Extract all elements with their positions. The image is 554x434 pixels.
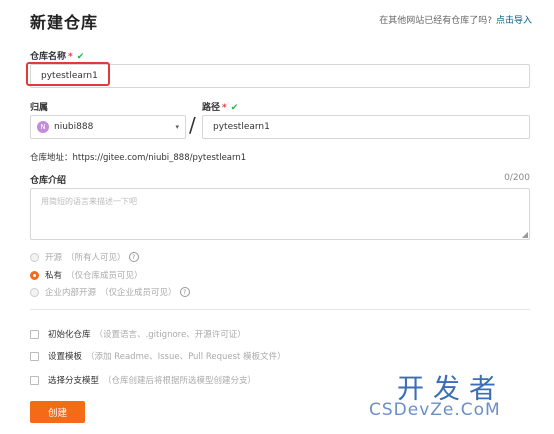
radio-label: 私有 xyxy=(45,271,63,281)
intro-label: 仓库介绍 xyxy=(30,176,67,186)
option-hint: （仓库创建后将根据所选模型创建分支） xyxy=(103,376,257,386)
option-label: 初始化仓库 xyxy=(48,330,91,340)
watermark-subtext: CSDevZe.CoM xyxy=(369,400,501,420)
import-tip: 在其他网站已经有仓库了吗? 点击导入 xyxy=(379,13,532,26)
create-button[interactable]: 创建 xyxy=(30,401,85,423)
owner-select[interactable]: N niubi888 ▾ xyxy=(30,115,186,139)
required-mark: * xyxy=(222,103,227,113)
radio-hint: （所有人可见） xyxy=(66,253,126,263)
option-hint: （添加 Readme、Issue、Pull Request 模板文件） xyxy=(86,352,286,362)
help-icon[interactable]: ? xyxy=(179,287,190,297)
radio-hint: （仅企业成员可见） xyxy=(100,288,177,298)
intro-textarea[interactable]: 用简短的语言来描述一下吧 ◢ xyxy=(30,188,530,240)
option-branch-model[interactable]: 选择分支模型 （仓库创建后将根据所选模型创建分支） xyxy=(30,374,256,386)
radio-label: 开源 xyxy=(45,253,63,263)
radio-enterprise[interactable]: 企业内部开源 （仅企业成员可见） ? xyxy=(30,286,190,298)
path-label: 路径 * ✔ xyxy=(202,100,238,113)
option-label: 设置模板 xyxy=(48,352,83,362)
check-icon: ✔ xyxy=(76,52,85,62)
check-icon: ✔ xyxy=(230,103,239,113)
repo-address: 仓库地址：https://gitee.com/niubi_888/pytestl… xyxy=(30,153,247,163)
option-hint: （设置语言、.gitignore、开源许可证） xyxy=(94,330,246,340)
checkbox-icon xyxy=(30,351,39,361)
help-icon[interactable]: ? xyxy=(128,252,139,262)
chevron-down-icon: ▾ xyxy=(175,123,179,131)
path-separator: / xyxy=(189,113,196,137)
radio-label: 企业内部开源 xyxy=(45,288,97,298)
path-input[interactable]: pytestlearn1 xyxy=(202,115,530,139)
radio-icon xyxy=(30,252,39,262)
repo-name-label-text: 仓库名称 xyxy=(30,52,67,62)
option-template[interactable]: 设置模板 （添加 Readme、Issue、Pull Request 模板文件） xyxy=(30,350,286,362)
highlight-box xyxy=(26,62,110,86)
radio-icon xyxy=(30,287,39,297)
owner-value: niubi888 xyxy=(54,122,94,132)
owner-label: 归属 xyxy=(30,103,49,113)
option-init-repo[interactable]: 初始化仓库 （设置语言、.gitignore、开源许可证） xyxy=(30,328,246,340)
radio-open-source[interactable]: 开源 （所有人可见） ? xyxy=(30,251,139,263)
radio-private[interactable]: 私有 （仅仓库成员可见） xyxy=(30,269,143,281)
divider xyxy=(30,309,530,310)
path-label-text: 路径 xyxy=(202,103,221,113)
avatar: N xyxy=(37,121,49,133)
checkbox-icon xyxy=(30,329,39,339)
page-title: 新建仓库 xyxy=(30,13,99,32)
checkbox-icon xyxy=(30,375,39,385)
import-link[interactable]: 点击导入 xyxy=(496,16,532,26)
char-counter: 0/200 xyxy=(504,173,530,183)
resize-handle-icon[interactable]: ◢ xyxy=(522,230,528,239)
required-mark: * xyxy=(68,52,73,62)
option-label: 选择分支模型 xyxy=(48,376,100,386)
radio-selected-icon xyxy=(30,270,39,280)
intro-placeholder: 用简短的语言来描述一下吧 xyxy=(41,197,137,206)
radio-hint: （仅仓库成员可见） xyxy=(66,271,143,281)
repo-name-label: 仓库名称 * ✔ xyxy=(30,49,84,62)
import-tip-text: 在其他网站已经有仓库了吗? xyxy=(379,16,492,26)
